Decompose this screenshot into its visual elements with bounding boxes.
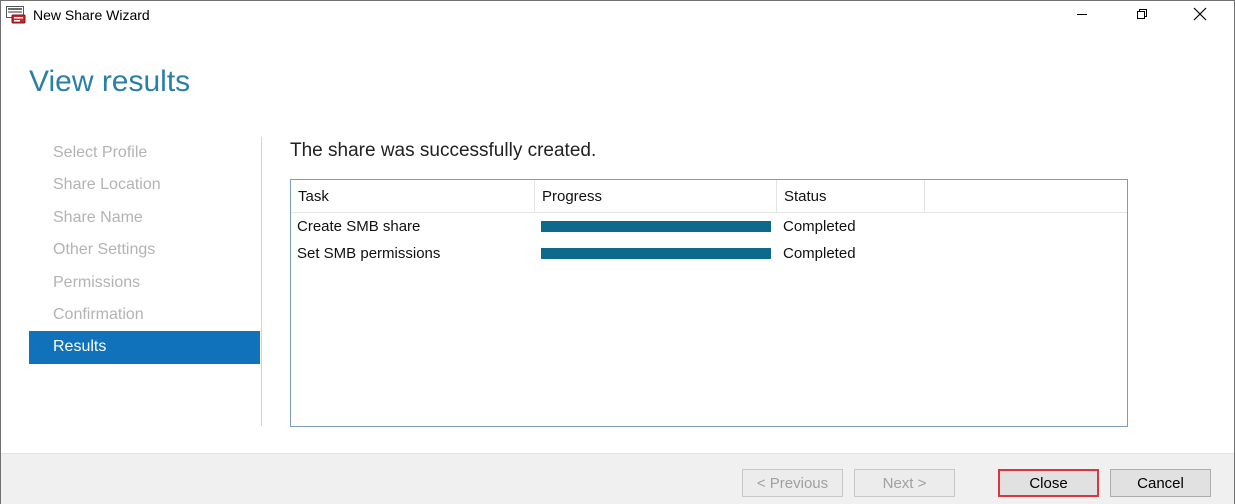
close-icon xyxy=(1193,7,1207,26)
step-results: Results xyxy=(29,331,260,364)
step-share-location: Share Location xyxy=(53,176,161,194)
wizard-steps: Select Profile Share Location Share Name… xyxy=(29,137,260,364)
progress-bar xyxy=(541,221,771,232)
status-cell: Completed xyxy=(783,245,856,262)
step-confirmation: Confirmation xyxy=(53,305,144,323)
minimize-button[interactable] xyxy=(1059,1,1105,31)
title-bar: New Share Wizard xyxy=(1,1,1234,31)
step-permissions: Permissions xyxy=(53,273,141,291)
window-title: New Share Wizard xyxy=(33,7,150,23)
cancel-button[interactable]: Cancel xyxy=(1110,469,1211,497)
next-button[interactable]: Next > xyxy=(854,469,955,497)
step-other-settings: Other Settings xyxy=(53,241,156,259)
column-header-task[interactable]: Task xyxy=(291,180,535,212)
window-close-button[interactable] xyxy=(1177,1,1223,31)
wizard-window: New Share Wizard View results Select Pro… xyxy=(0,0,1235,504)
close-button[interactable]: Close xyxy=(998,469,1099,497)
list-header: Task Progress Status xyxy=(291,180,1127,213)
table-row[interactable]: Create SMB share Completed xyxy=(291,213,1127,240)
restore-button[interactable] xyxy=(1119,1,1165,31)
result-message: The share was successfully created. xyxy=(290,140,597,161)
wizard-footer: < Previous Next > Close Cancel xyxy=(1,453,1234,504)
column-header-progress[interactable]: Progress xyxy=(535,180,777,212)
minimize-icon xyxy=(1076,7,1088,25)
table-row[interactable]: Set SMB permissions Completed xyxy=(291,240,1127,267)
task-cell: Create SMB share xyxy=(297,218,421,235)
column-header-status[interactable]: Status xyxy=(777,180,925,212)
page-title: View results xyxy=(29,65,191,98)
task-cell: Set SMB permissions xyxy=(297,245,441,262)
status-cell: Completed xyxy=(783,218,856,235)
server-share-icon xyxy=(6,6,26,24)
results-list[interactable]: Task Progress Status Create SMB share Co… xyxy=(290,179,1128,427)
step-share-name: Share Name xyxy=(53,208,143,226)
step-select-profile: Select Profile xyxy=(53,144,148,161)
previous-button[interactable]: < Previous xyxy=(742,469,843,497)
progress-bar xyxy=(541,248,771,259)
steps-divider xyxy=(261,137,262,426)
restore-icon xyxy=(1136,7,1148,25)
